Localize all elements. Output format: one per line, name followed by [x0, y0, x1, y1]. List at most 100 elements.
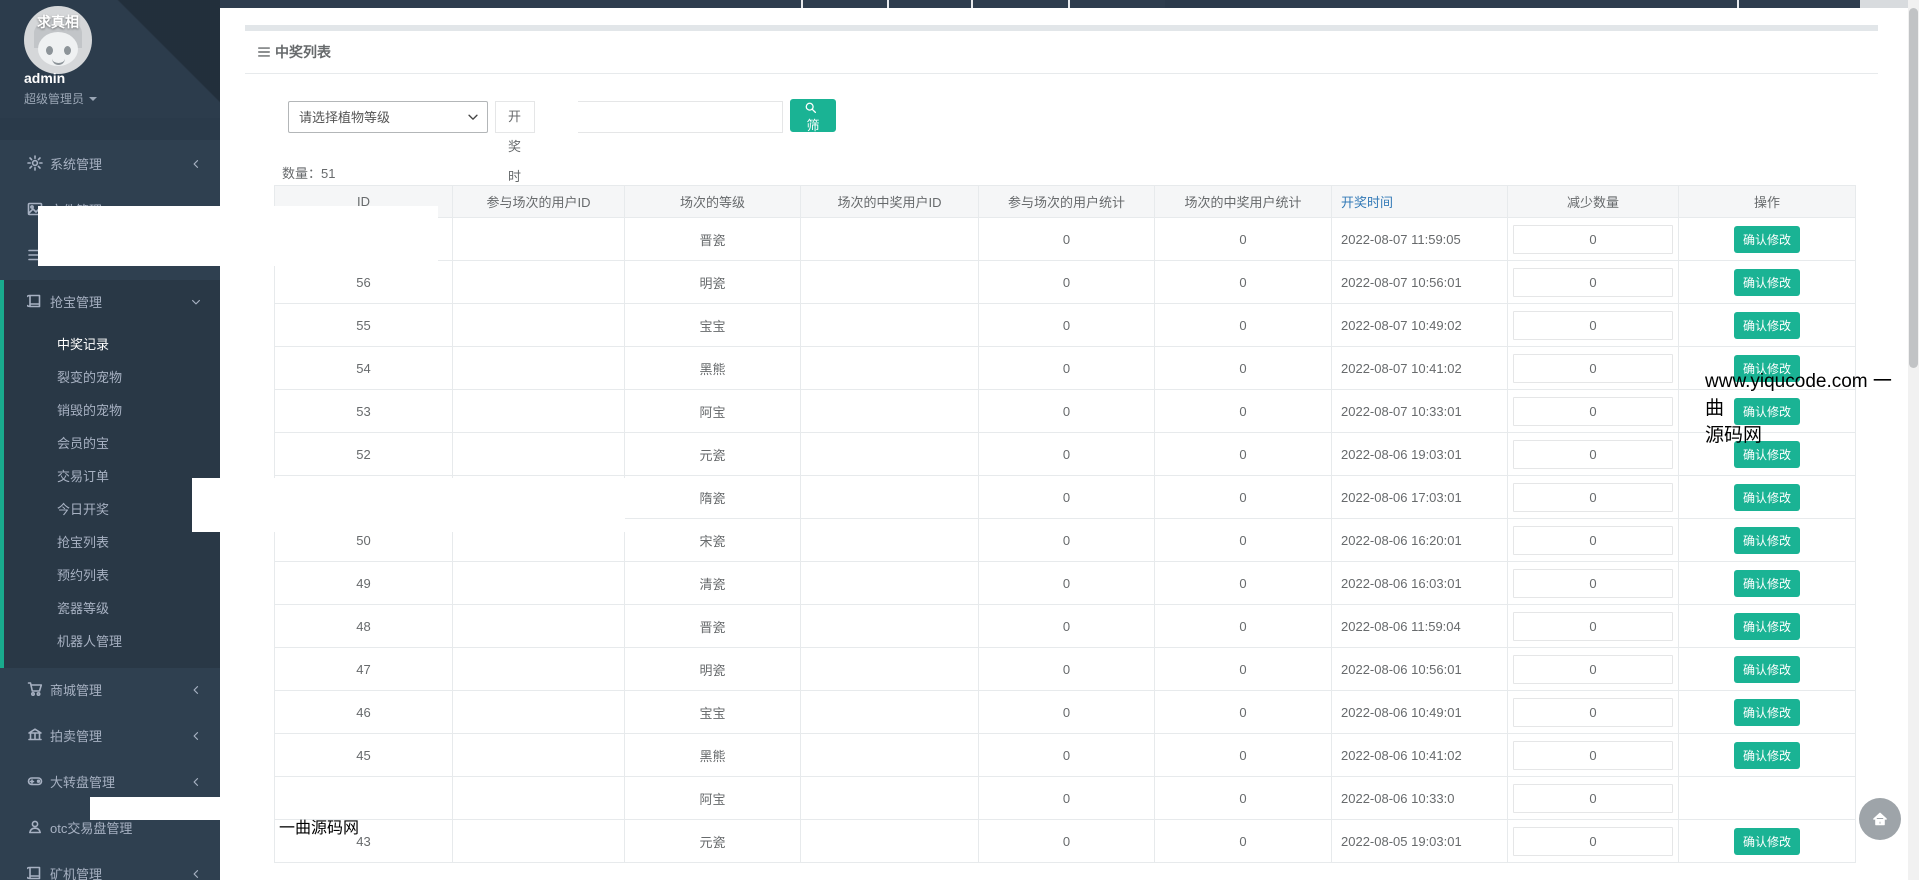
sidebar-item-qiangbao[interactable]: 抢宝管理 — [4, 280, 220, 326]
page-scrollbar[interactable] — [1908, 0, 1919, 880]
column-header-sort-link[interactable]: 开奖时间 — [1332, 186, 1508, 218]
chevron-left-icon — [190, 868, 202, 880]
decrease-qty-input[interactable] — [1513, 741, 1673, 770]
cell-draw-time: 2022-08-06 10:49:01 — [1332, 691, 1508, 734]
decrease-qty-input[interactable] — [1513, 397, 1673, 426]
confirm-edit-button[interactable]: 确认修改 — [1734, 742, 1800, 769]
table-row: 47明瓷002022-08-06 10:56:01确认修改 — [275, 648, 1856, 691]
sidebar-subitem[interactable]: 销毁的宠物 — [4, 394, 220, 427]
decrease-qty-input[interactable] — [1513, 483, 1673, 512]
sidebar-subitem[interactable]: 机器人管理 — [4, 625, 220, 658]
home-icon — [1872, 811, 1888, 827]
avatar[interactable]: 求真相 — [24, 6, 92, 74]
decrease-qty-input[interactable] — [1513, 698, 1673, 727]
gear-icon — [27, 155, 43, 171]
cell-level: 宝宝 — [625, 691, 801, 734]
cell-id: 48 — [275, 605, 453, 648]
cell-win-count: 0 — [1155, 562, 1332, 605]
confirm-edit-button[interactable]: 确认修改 — [1734, 613, 1800, 640]
cell-level: 元瓷 — [625, 433, 801, 476]
sidebar-subitem[interactable]: 瓷器等级 — [4, 592, 220, 625]
sidebar-subitem[interactable]: 预约列表 — [4, 559, 220, 592]
cell-draw-time: 2022-08-07 10:33:01 — [1332, 390, 1508, 433]
decrease-qty-input[interactable] — [1513, 268, 1673, 297]
cell-win-count: 0 — [1155, 648, 1332, 691]
confirm-edit-button[interactable]: 确认修改 — [1734, 484, 1800, 511]
scrollbar-thumb[interactable] — [1909, 8, 1918, 368]
cell-win-count: 0 — [1155, 390, 1332, 433]
confirm-edit-button[interactable]: 确认修改 — [1734, 656, 1800, 683]
sidebar-subitem[interactable]: 今日开奖 — [4, 493, 220, 526]
table-row: 46宝宝002022-08-06 10:49:01确认修改 — [275, 691, 1856, 734]
decrease-qty-input[interactable] — [1513, 569, 1673, 598]
tab-separator — [1068, 0, 1070, 8]
cell-draw-time: 2022-08-07 10:49:02 — [1332, 304, 1508, 347]
table-header-row: ID参与场次的用户ID场次的等级场次的中奖用户ID参与场次的用户统计场次的中奖用… — [275, 186, 1856, 218]
user-role-dropdown[interactable]: 超级管理员 — [24, 90, 97, 107]
record-count: 数量：51 — [282, 163, 335, 182]
tab-separator — [801, 0, 803, 8]
cell-join-count: 0 — [979, 519, 1155, 562]
cell-decrease-qty — [1508, 691, 1679, 734]
confirm-edit-button[interactable]: 确认修改 — [1734, 527, 1800, 554]
confirm-edit-button[interactable]: 确认修改 — [1734, 699, 1800, 726]
decrease-qty-input[interactable] — [1513, 526, 1673, 555]
sidebar-item-label: 系统管理 — [50, 157, 102, 172]
sidebar-item-mall[interactable]: 商城管理 — [0, 668, 220, 714]
cell-join-user-id — [453, 734, 625, 777]
decrease-qty-input[interactable] — [1513, 612, 1673, 641]
cell-win-user-id — [801, 261, 979, 304]
cell-id: 46 — [275, 691, 453, 734]
sidebar-subitem[interactable]: 会员的宝 — [4, 427, 220, 460]
cell-level: 宋瓷 — [625, 519, 801, 562]
sidebar-item-system[interactable]: 系统管理 — [0, 142, 220, 188]
decrease-qty-input[interactable] — [1513, 225, 1673, 254]
sidebar-subitem[interactable]: 交易订单 — [4, 460, 220, 493]
confirm-edit-button[interactable]: 确认修改 — [1734, 269, 1800, 296]
confirm-edit-button[interactable]: 确认修改 — [1734, 828, 1800, 855]
confirm-edit-button[interactable]: 确认修改 — [1734, 570, 1800, 597]
sidebar-subitem[interactable]: 裂变的宠物 — [4, 361, 220, 394]
plant-level-select[interactable]: 请选择植物等级 — [288, 101, 488, 133]
cell-action: 确认修改 — [1679, 261, 1856, 304]
decrease-qty-input[interactable] — [1513, 827, 1673, 856]
decrease-qty-input[interactable] — [1513, 440, 1673, 469]
decrease-qty-input[interactable] — [1513, 655, 1673, 684]
confirm-edit-button[interactable]: 确认修改 — [1734, 312, 1800, 339]
table-row: 49清瓷002022-08-06 16:03:01确认修改 — [275, 562, 1856, 605]
decrease-qty-input[interactable] — [1513, 354, 1673, 383]
table-row: 56明瓷002022-08-07 10:56:01确认修改 — [275, 261, 1856, 304]
browser-tab-strip[interactable] — [0, 0, 1919, 8]
cell-decrease-qty — [1508, 433, 1679, 476]
cell-level: 明瓷 — [625, 261, 801, 304]
filter-search-button[interactable]: 筛选 — [790, 99, 836, 132]
cell-win-user-id — [801, 390, 979, 433]
sidebar-subitem[interactable]: 中奖记录 — [4, 328, 220, 361]
cell-join-user-id — [453, 820, 625, 863]
cell-win-user-id — [801, 734, 979, 777]
cell-join-count: 0 — [979, 261, 1155, 304]
cell-id: 54 — [275, 347, 453, 390]
sidebar-item-auction[interactable]: 拍卖管理 — [0, 714, 220, 760]
sidebar: 求真相 admin 超级管理员 系统管理文件管理抢宝管理中奖记录裂变的宠物销毁的… — [0, 0, 220, 880]
cell-level: 清瓷 — [625, 562, 801, 605]
cell-level: 明瓷 — [625, 648, 801, 691]
confirm-edit-button[interactable]: 确认修改 — [1734, 226, 1800, 253]
cell-level: 阿宝 — [625, 777, 801, 820]
cell-action: 确认修改 — [1679, 476, 1856, 519]
back-to-top-home-button[interactable] — [1859, 798, 1901, 840]
decrease-qty-input[interactable] — [1513, 311, 1673, 340]
cell-win-count: 0 — [1155, 218, 1332, 261]
sidebar-item-label: 大转盘管理 — [50, 775, 115, 790]
sidebar-item-miner[interactable]: 矿机管理 — [0, 852, 220, 880]
cell-win-user-id — [801, 562, 979, 605]
cell-level: 黑熊 — [625, 734, 801, 777]
cell-win-user-id — [801, 347, 979, 390]
sidebar-subitem[interactable]: 抢宝列表 — [4, 526, 220, 559]
column-header: 场次的等级 — [625, 186, 801, 218]
cell-win-user-id — [801, 304, 979, 347]
draw-time-input[interactable] — [578, 101, 783, 133]
decrease-qty-input[interactable] — [1513, 784, 1673, 813]
tab-separator — [971, 0, 973, 8]
cell-id: 49 — [275, 562, 453, 605]
